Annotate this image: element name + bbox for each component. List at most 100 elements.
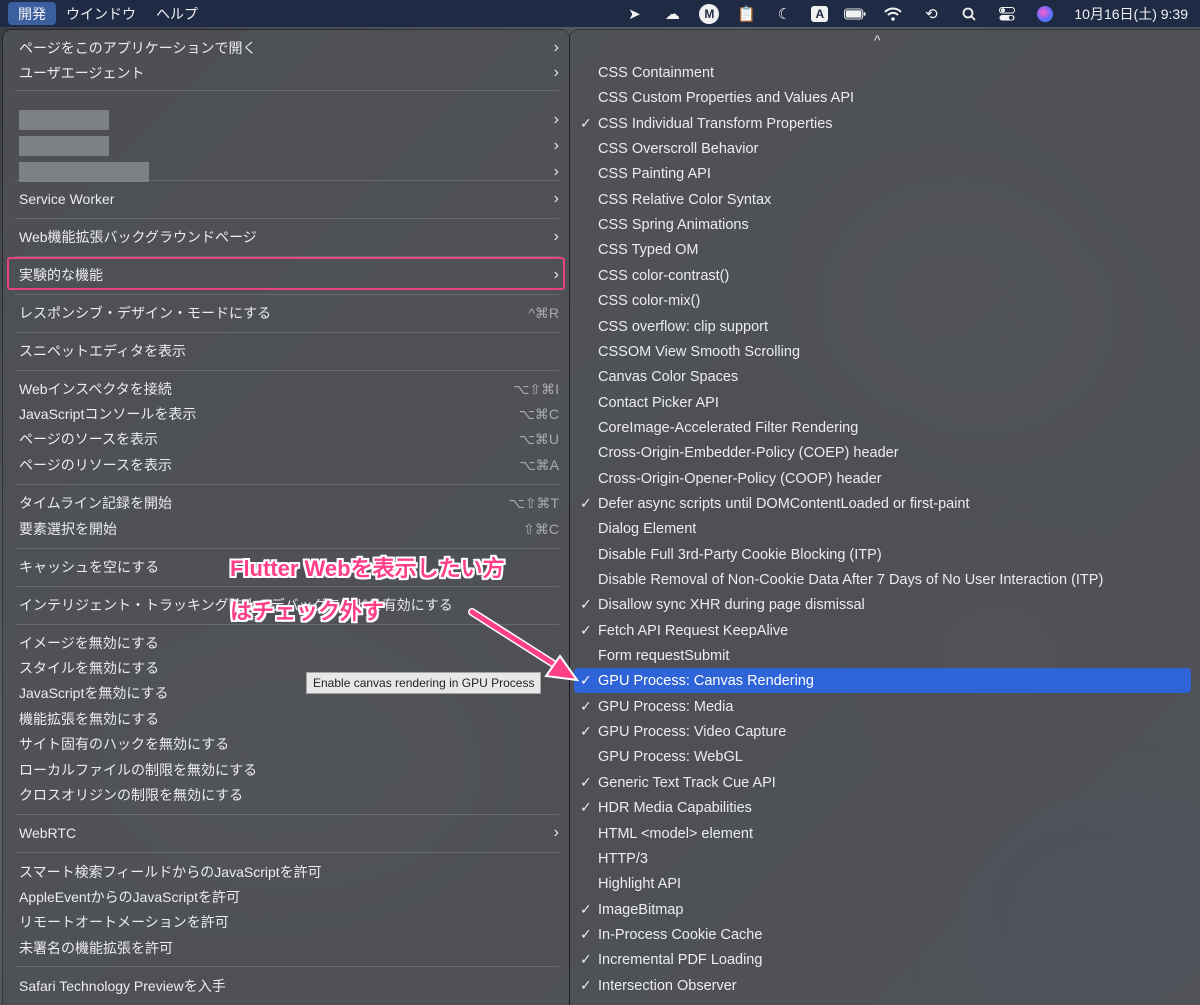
cloud-sync-icon[interactable]: ☁ <box>661 5 683 23</box>
menu-item-label: キャッシュを空にする <box>19 559 160 575</box>
checkmark-icon: ✓ <box>580 698 592 714</box>
chevron-right-icon: › <box>553 163 559 180</box>
develop-menu-item[interactable]: ページのリソースを表示 ⌥⌘A <box>3 453 569 477</box>
menu-item-label: JavaScriptを無効にする <box>19 685 169 701</box>
feature-item-selected[interactable]: ✓ GPU Process: Canvas Rendering <box>570 668 1200 693</box>
develop-menu-item[interactable]: スニペットエディタを表示 <box>3 339 569 363</box>
feature-item-label: HTTP/3 <box>598 850 648 867</box>
control-center-icon[interactable] <box>996 5 1018 23</box>
feature-item-label: Disable Removal of Non-Cookie Data After… <box>598 571 1104 588</box>
feature-item[interactable]: CSS Overscroll Behavior <box>570 136 1200 161</box>
develop-menu-item[interactable]: ページのソースを表示 ⌥⌘U <box>3 427 569 451</box>
feature-item[interactable]: CSS Relative Color Syntax <box>570 187 1200 212</box>
feature-item[interactable]: Disable Full 3rd-Party Cookie Blocking (… <box>570 542 1200 567</box>
siri-icon[interactable] <box>1034 5 1056 23</box>
develop-menu-item[interactable]: Service Worker › <box>3 187 569 211</box>
checkmark-icon: ✓ <box>580 951 592 967</box>
feature-item[interactable]: CSS Containment <box>570 60 1200 85</box>
develop-menu-item[interactable]: AppleEventからのJavaScriptを許可 <box>3 885 569 909</box>
feature-item[interactable]: Contact Picker API <box>570 390 1200 415</box>
feature-item-label: Disallow sync XHR during page dismissal <box>598 596 865 613</box>
feature-item[interactable]: CoreImage-Accelerated Filter Rendering <box>570 415 1200 440</box>
develop-menu-item[interactable]: 未署名の機能拡張を許可 <box>3 936 569 960</box>
keyboard-shortcut: ⌥⌘C <box>518 405 559 422</box>
feature-item[interactable]: CSS overflow: clip support <box>570 314 1200 339</box>
obscured-menu-item[interactable]: › <box>3 134 569 158</box>
feature-item[interactable]: ✓ Fetch API Request KeepAlive <box>570 618 1200 643</box>
moon-icon[interactable]: ☾ <box>773 5 795 23</box>
feature-item[interactable]: CSS Painting API <box>570 161 1200 186</box>
wifi-icon[interactable] <box>882 5 904 23</box>
input-a-icon[interactable]: A <box>811 5 829 22</box>
feature-item[interactable]: CSS Custom Properties and Values API <box>570 85 1200 110</box>
obscured-menu-item[interactable]: › <box>3 160 569 184</box>
develop-menu-item[interactable]: ページをこのアプリケーションで開く › <box>3 36 569 60</box>
develop-menu-item[interactable]: Web機能拡張バックグラウンドページ › <box>3 225 569 249</box>
feature-item[interactable]: ✓ GPU Process: Media <box>570 694 1200 719</box>
experimental-features-submenu: ^ CSS Containment CSS Custom Properties a… <box>570 30 1200 1005</box>
feature-item[interactable]: Cross-Origin-Embedder-Policy (COEP) head… <box>570 440 1200 465</box>
feature-item[interactable]: Highlight API <box>570 871 1200 896</box>
time-machine-icon[interactable]: ⟲ <box>920 5 942 23</box>
menu-separator <box>15 966 559 967</box>
develop-menu-item[interactable]: 要素選択を開始 ⇧⌘C <box>3 517 569 541</box>
develop-menu-item[interactable]: 機能拡張を無効にする <box>3 707 569 731</box>
obscured-menu-item[interactable]: › <box>3 108 569 132</box>
feature-item[interactable]: ✓ Generic Text Track Cue API <box>570 770 1200 795</box>
feature-item[interactable]: CSS color-mix() <box>570 288 1200 313</box>
develop-menu-item[interactable]: ローカルファイルの制限を無効にする <box>3 758 569 782</box>
feature-item[interactable]: Disable Removal of Non-Cookie Data After… <box>570 567 1200 592</box>
develop-menu-item[interactable]: WebRTC › <box>3 821 569 845</box>
develop-menu-item[interactable]: 実験的な機能 › <box>3 263 569 287</box>
feature-item[interactable]: Dialog Element <box>570 516 1200 541</box>
feature-item[interactable]: CSS Typed OM <box>570 237 1200 262</box>
develop-menu-item[interactable]: ユーザエージェント › <box>3 61 569 85</box>
feature-item[interactable]: ✓ CSS Individual Transform Properties <box>570 111 1200 136</box>
feature-item[interactable]: Cross-Origin-Opener-Policy (COOP) header <box>570 466 1200 491</box>
feature-item[interactable]: ✓ ImageBitmap <box>570 897 1200 922</box>
develop-menu-item[interactable]: Webインスペクタを接続 ⌥⇧⌘I <box>3 377 569 401</box>
feature-item[interactable]: Form requestSubmit <box>570 643 1200 668</box>
menu-bar: 開発 ウインドウ ヘルプ ➤ ☁ M 📋 ☾ A ⟲ 10月16日(土) 9:3… <box>0 0 1200 27</box>
feature-item[interactable]: CSS color-contrast() <box>570 263 1200 288</box>
menu-item-label: AppleEventからのJavaScriptを許可 <box>19 889 240 905</box>
clipboard-icon[interactable]: 📋 <box>735 5 757 23</box>
feature-item[interactable]: CSSOM View Smooth Scrolling <box>570 339 1200 364</box>
menu-help[interactable]: ヘルプ <box>146 0 208 27</box>
search-icon[interactable] <box>958 5 980 23</box>
menu-separator <box>15 852 559 853</box>
feature-item[interactable]: GPU Process: WebGL <box>570 744 1200 769</box>
develop-menu-item[interactable]: タイムライン記録を開始 ⌥⇧⌘T <box>3 491 569 515</box>
develop-menu-item[interactable]: レスポンシブ・デザイン・モードにする ^⌘R <box>3 301 569 325</box>
menu-develop[interactable]: 開発 <box>8 2 56 25</box>
feature-item[interactable]: ✓ Defer async scripts until DOMContentLoa… <box>570 491 1200 516</box>
redacted-block <box>19 110 109 130</box>
keyboard-shortcut: ⇧⌘C <box>523 520 559 537</box>
feature-item[interactable]: ✓ HDR Media Capabilities <box>570 795 1200 820</box>
feature-item[interactable]: CSS Spring Animations <box>570 212 1200 237</box>
checkmark-icon: ✓ <box>580 672 592 688</box>
battery-icon[interactable] <box>844 5 866 23</box>
scroll-up-indicator[interactable]: ^ <box>874 32 881 48</box>
develop-menu-item[interactable]: スマート検索フィールドからのJavaScriptを許可 <box>3 860 569 884</box>
develop-menu-item[interactable]: クロスオリジンの制限を無効にする <box>3 783 569 807</box>
feature-item[interactable]: Canvas Color Spaces <box>570 364 1200 389</box>
feature-item-label: In-Process Cookie Cache <box>598 926 763 943</box>
develop-menu-item[interactable]: リモートオートメーションを許可 <box>3 910 569 934</box>
feature-item[interactable]: ✓ In-Process Cookie Cache <box>570 922 1200 947</box>
feature-item-label: CSS Overscroll Behavior <box>598 140 759 157</box>
feature-item[interactable]: ✓ Disallow sync XHR during page dismissal <box>570 592 1200 617</box>
menu-window[interactable]: ウインドウ <box>56 0 146 27</box>
feature-item[interactable]: HTML <model> element <box>570 821 1200 846</box>
chevron-right-icon: › <box>553 64 559 81</box>
m-logo-icon[interactable]: M <box>699 3 720 24</box>
develop-menu-item[interactable]: Safari Technology Previewを入手 <box>3 974 569 998</box>
menubar-clock[interactable]: 10月16日(土) 9:39 <box>1074 4 1188 24</box>
feature-item[interactable]: ✓ Incremental PDF Loading <box>570 947 1200 972</box>
feature-item[interactable]: ✓ GPU Process: Video Capture <box>570 719 1200 744</box>
develop-menu-item[interactable]: JavaScriptコンソールを表示 ⌥⌘C <box>3 402 569 426</box>
airplane-arrow-icon[interactable]: ➤ <box>623 5 645 23</box>
feature-item[interactable]: HTTP/3 <box>570 846 1200 871</box>
feature-item[interactable]: ✓ Intersection Observer <box>570 973 1200 998</box>
develop-menu-item[interactable]: サイト固有のハックを無効にする <box>3 732 569 756</box>
